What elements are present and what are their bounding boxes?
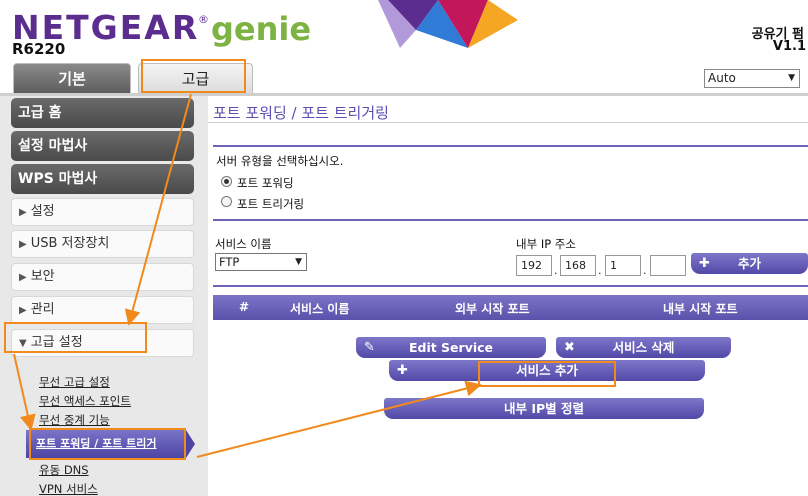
sidebar-item-usb-storage[interactable]: ▶ USB 저장장치	[11, 230, 194, 258]
header-decoration-graphic	[378, 0, 518, 48]
highlight-advanced-setup	[4, 322, 147, 353]
sidebar-subitem-vpn-service[interactable]: VPN 서비스	[39, 481, 98, 496]
header: NETGEAR ® genie R6220 공유기 펌 V1.1	[0, 0, 808, 60]
chevron-down-icon: ▼	[295, 257, 302, 267]
column-header-internal-start-port: 내부 시작 포트	[663, 302, 738, 316]
sidebar-item-wps-wizard[interactable]: WPS 마법사	[11, 164, 194, 194]
sidebar-subitem-wireless-ap[interactable]: 무선 액세스 포인트	[39, 393, 131, 409]
ip-octet-3-input[interactable]: 1	[605, 255, 641, 276]
firmware-version: V1.1	[772, 39, 806, 54]
sidebar-item-advanced-home[interactable]: 고급 홈	[11, 98, 194, 128]
server-type-prompt: 서버 유형을 선택하십시오.	[216, 154, 344, 168]
triangle-right-icon: ▶	[19, 272, 27, 283]
sidebar-item-setup[interactable]: ▶ 설정	[11, 198, 194, 226]
router-model: R6220	[12, 40, 66, 58]
edit-service-button-label: Edit Service	[408, 340, 494, 355]
add-button[interactable]: ✚ 추가	[691, 253, 808, 274]
language-select[interactable]: Auto ▼	[704, 69, 800, 88]
triangle-right-icon: ▶	[19, 305, 27, 316]
sidebar-item-setup-wizard[interactable]: 설정 마법사	[11, 131, 194, 161]
delete-service-button[interactable]: ✖ 서비스 삭제	[556, 337, 731, 358]
section-divider	[213, 219, 808, 221]
edit-service-button[interactable]: ✎ Edit Service	[356, 337, 546, 358]
highlight-add-service	[478, 361, 616, 387]
sidebar-item-administration[interactable]: ▶ 관리	[11, 296, 194, 324]
sidebar-item-security[interactable]: ▶ 보안	[11, 263, 194, 291]
highlight-advanced-tab	[141, 59, 246, 93]
sidebar-subitem-wireless-repeater[interactable]: 무선 중계 기능	[39, 412, 110, 428]
title-divider	[208, 122, 808, 123]
sidebar-item-label: 설정	[30, 204, 55, 219]
sidebar-subitem-wireless-advanced[interactable]: 무선 고급 설정	[39, 374, 110, 390]
page-title: 포트 포워딩 / 포트 트리거링	[213, 104, 389, 122]
triangle-right-icon: ▶	[19, 207, 27, 218]
registered-mark: ®	[198, 13, 209, 26]
service-name-value: FTP	[219, 255, 240, 269]
service-name-label: 서비스 이름	[215, 237, 272, 251]
radio-port-triggering-label: 포트 트리거링	[237, 197, 305, 211]
section-divider	[213, 145, 808, 147]
sidebar-item-label: USB 저장장치	[30, 236, 110, 251]
sidebar-item-label: 관리	[30, 302, 55, 317]
language-select-value: Auto	[708, 71, 736, 85]
column-header-number: #	[239, 300, 250, 314]
column-header-external-start-port: 외부 시작 포트	[455, 302, 530, 316]
ip-dot: .	[643, 264, 647, 277]
delete-service-button-label: 서비스 삭제	[612, 340, 675, 355]
sort-by-ip-button-label: 내부 IP별 정렬	[503, 401, 585, 416]
sidebar-subitem-dynamic-dns[interactable]: 유동 DNS	[39, 462, 89, 478]
genie-logo: genie	[211, 10, 312, 48]
ip-octet-1-input[interactable]: 192	[516, 255, 552, 276]
service-name-select[interactable]: FTP ▼	[215, 253, 307, 271]
ip-dot: .	[554, 264, 558, 277]
arrow-to-add-service	[196, 380, 482, 458]
sidebar-item-label: 보안	[30, 269, 55, 284]
radio-port-triggering[interactable]	[221, 196, 232, 207]
ip-octet-2-input[interactable]: 168	[560, 255, 596, 276]
ip-octet-4-input[interactable]	[650, 255, 686, 276]
tab-basic[interactable]: 기본	[13, 63, 131, 93]
add-button-label: 추가	[737, 256, 761, 271]
service-table-header: # 서비스 이름 외부 시작 포트 내부 시작 포트	[213, 295, 808, 320]
section-divider	[213, 285, 808, 287]
chevron-down-icon: ▼	[788, 73, 795, 83]
internal-ip-label: 내부 IP 주소	[516, 237, 576, 251]
radio-port-forwarding[interactable]	[221, 176, 232, 187]
sort-by-ip-button[interactable]: 내부 IP별 정렬	[384, 398, 704, 419]
highlight-port-forwarding	[29, 428, 186, 460]
ip-dot: .	[598, 264, 602, 277]
triangle-right-icon: ▶	[19, 239, 27, 250]
radio-port-forwarding-label: 포트 포워딩	[237, 176, 294, 190]
column-header-service-name: 서비스 이름	[290, 302, 350, 316]
active-item-pointer	[186, 430, 195, 458]
